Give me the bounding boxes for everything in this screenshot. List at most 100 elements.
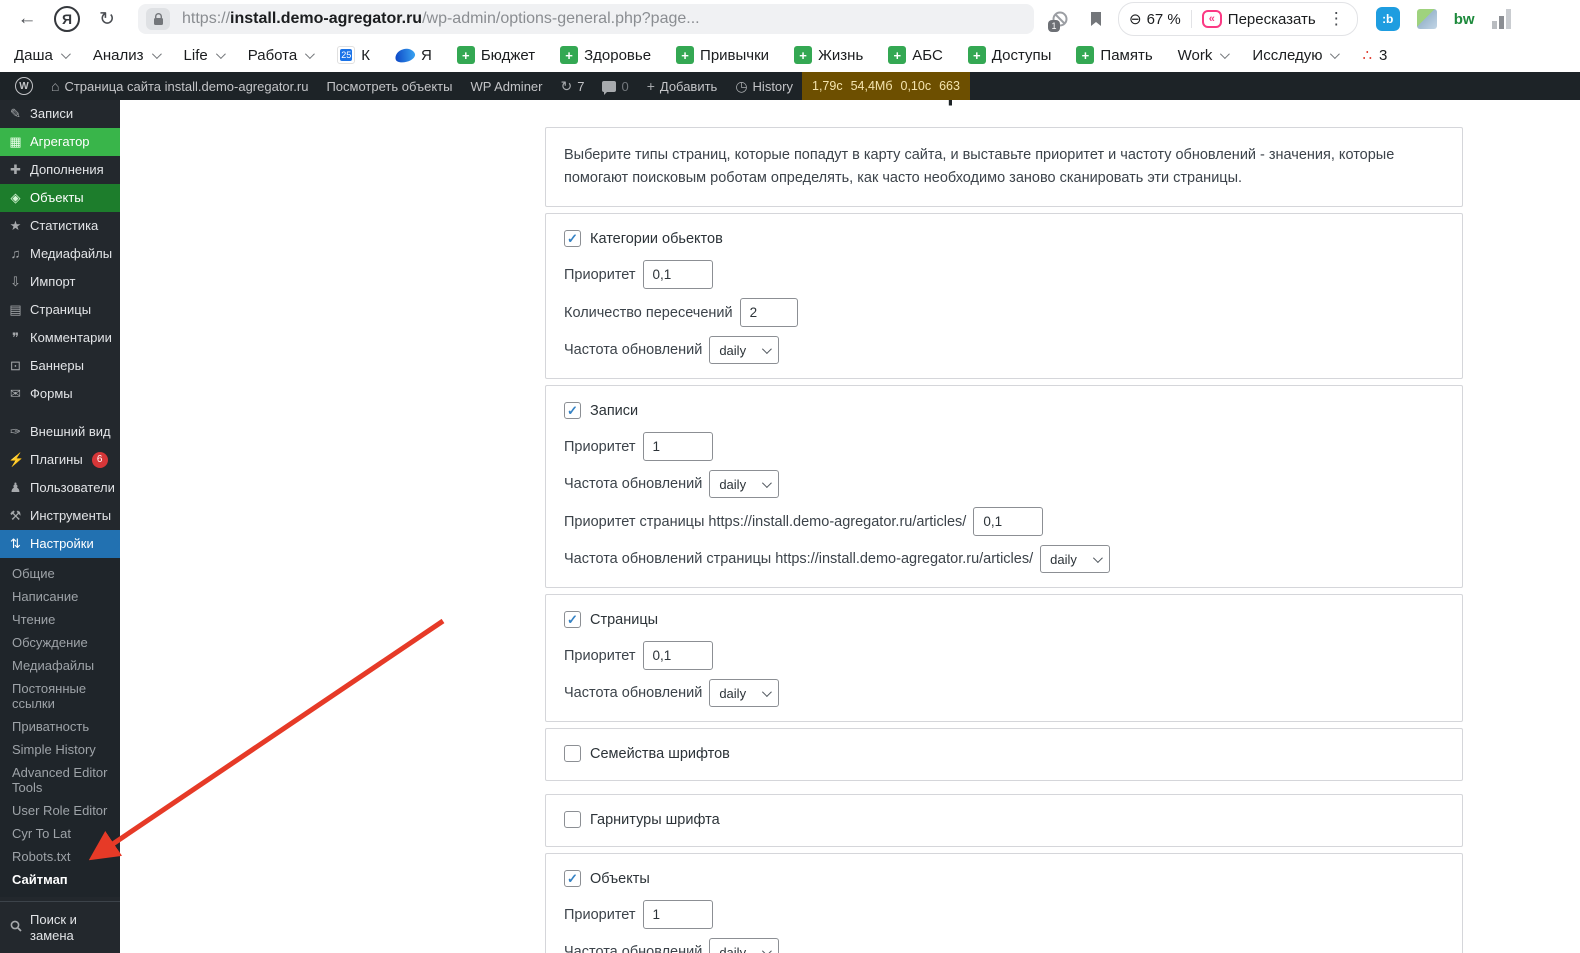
page-priority-input[interactable]	[973, 507, 1044, 536]
address-bar[interactable]: https://install.demo-agregator.ru/wp-adm…	[138, 4, 1034, 34]
refresh-icon[interactable]: ↻	[90, 4, 124, 34]
history-link[interactable]: ◷ History	[726, 72, 802, 100]
extension-b-icon[interactable]: :b	[1375, 7, 1400, 31]
sidebar-item-polzovateli[interactable]: ♟ Пользователи	[0, 474, 120, 502]
frequency-select[interactable]: daily	[709, 679, 780, 707]
sidebar-item-bannery[interactable]: ⊡ Баннеры	[0, 352, 120, 380]
plus-icon: +	[646, 78, 655, 94]
sidebar-item-import[interactable]: ⇩ Импорт	[0, 268, 120, 296]
submenu-item-obsuzhdenie[interactable]: Обсуждение	[0, 631, 120, 654]
frequency-select[interactable]: daily	[709, 938, 780, 953]
extension-chart-icon[interactable]	[1491, 9, 1511, 29]
checkbox[interactable]	[564, 870, 581, 887]
sidebar-item-agregator[interactable]: ▦ Агрегатор	[0, 128, 120, 156]
more-menu-icon[interactable]: ⋮	[1326, 9, 1347, 29]
bookmark-folder-dasha[interactable]: Даша	[14, 47, 71, 64]
submenu-item-postoyannye-ssylki[interactable]: Постоянные ссылки	[0, 677, 120, 715]
bookmark-folder-analiz[interactable]: Анализ	[93, 47, 162, 64]
sidebar-item-vneshniy-vid[interactable]: ✑ Внешний вид	[0, 418, 120, 446]
bookmark-abs[interactable]: + АБС	[888, 46, 943, 64]
site-name-link[interactable]: ⌂ Страница сайта install.demo-agregator.r…	[42, 72, 317, 100]
submenu-item-chtenie[interactable]: Чтение	[0, 608, 120, 631]
submenu-item-user-role-editor[interactable]: User Role Editor	[0, 799, 120, 822]
wp-logo[interactable]: W	[6, 72, 42, 100]
submenu-item-saytmap[interactable]: Сайтмап	[0, 868, 120, 891]
extension-builtwith-icon[interactable]: bw	[1454, 11, 1475, 28]
zoom-control[interactable]: ⊖ 67 %	[1129, 10, 1181, 29]
sidebar-item-instrumenty[interactable]: ⚒ Инструменты	[0, 502, 120, 530]
checkbox[interactable]	[564, 745, 581, 762]
checkbox[interactable]	[564, 811, 581, 828]
bookmark-folder-work[interactable]: Work	[1178, 47, 1231, 64]
sidebar-item-stranicy[interactable]: ▤ Страницы	[0, 296, 120, 324]
wp-admin-bar: W ⌂ Страница сайта install.demo-agregator…	[0, 72, 1580, 100]
submenu-item-obschie[interactable]: Общие	[0, 562, 120, 585]
bookmark-life-sheet[interactable]: + Жизнь	[794, 46, 863, 64]
sidebar-item-statistika[interactable]: ★ Статистика	[0, 212, 120, 240]
bookmark-budget[interactable]: + Бюджет	[456, 46, 535, 64]
sheets-icon: +	[456, 46, 475, 64]
bookmark-folder-life[interactable]: Life	[184, 47, 226, 64]
sidebar-item-mediafaily[interactable]: ♫ Медиафайлы	[0, 240, 120, 268]
brush-icon: ✑	[10, 424, 21, 439]
bookmark-folder-issleduyu[interactable]: Исследую	[1252, 47, 1341, 64]
media-icon: ♫	[10, 246, 21, 261]
priority-input[interactable]	[642, 260, 713, 289]
submenu-item-advanced-editor-tools[interactable]: Advanced Editor Tools	[0, 761, 120, 799]
field-label: Частота обновлений	[564, 685, 703, 701]
back-icon[interactable]: ←	[10, 4, 44, 34]
add-new-link[interactable]: + Добавить	[638, 72, 727, 100]
bookmark-health[interactable]: + Здоровье	[560, 46, 651, 64]
sidebar-item-zapisi[interactable]: ✎ Записи	[0, 100, 120, 128]
bookmark-folder-rabota[interactable]: Работа	[248, 47, 316, 64]
intersections-input[interactable]	[739, 298, 798, 327]
bookmark-calendar[interactable]: 25 К	[337, 46, 370, 64]
bookmark-habits[interactable]: + Привычки	[676, 46, 769, 64]
submenu-item-cyr-to-lat[interactable]: Cyr To Lat	[0, 822, 120, 845]
sidebar-item-nastroyki[interactable]: ⇅ Настройки	[0, 530, 120, 558]
submenu-item-privatnost[interactable]: Приватность	[0, 715, 120, 738]
performance-badge[interactable]: 1,79с 54,4Мб 0,10с 663	[802, 72, 970, 100]
sidebar-item-dopolneniya[interactable]: ✚ Дополнения	[0, 156, 120, 184]
submenu-item-napisanie[interactable]: Написание	[0, 585, 120, 608]
sidebar-item-obekty[interactable]: ◈ Объекты	[0, 184, 120, 212]
protect-icon[interactable]: 1	[1046, 5, 1074, 33]
sheets-icon: +	[967, 46, 986, 64]
sidebar-item-formy[interactable]: ✉ Формы	[0, 380, 120, 408]
sidebar-item-poisk-i-zamena[interactable]: Поиск и замена	[0, 906, 120, 950]
section-title: Категории обьектов	[590, 230, 723, 247]
bookmark-memory[interactable]: + Память	[1076, 46, 1153, 64]
retell-button[interactable]: « Пересказать	[1201, 10, 1316, 28]
yandex-browser-icon[interactable]: Я	[54, 6, 80, 32]
browser-toolbar: ← Я ↻ https://install.demo-agregator.ru/…	[0, 0, 1580, 38]
priority-input[interactable]	[642, 900, 713, 929]
comment-icon: ❞	[12, 330, 19, 345]
chevron-down-icon	[762, 945, 772, 953]
extension-cube-icon[interactable]	[1416, 9, 1437, 29]
priority-input[interactable]	[642, 432, 713, 461]
sheets-icon: +	[676, 46, 695, 64]
view-objects-link[interactable]: Посмотреть объекты	[317, 72, 461, 100]
sidebar-item-plaginy[interactable]: ⚡ Плагины 6	[0, 446, 120, 474]
wp-adminer-link[interactable]: WP Adminer	[461, 72, 551, 100]
chevron-down-icon	[1220, 48, 1231, 59]
bookmark-icon[interactable]	[1082, 5, 1110, 33]
submenu-item-robots-txt[interactable]: Robots.txt	[0, 845, 120, 868]
sidebar-item-kommentarii[interactable]: ❞ Комментарии	[0, 324, 120, 352]
submenu-item-mediafaily[interactable]: Медиафайлы	[0, 654, 120, 677]
bookmark-dots-3[interactable]: ∴ 3	[1362, 46, 1387, 65]
comments-link[interactable]: 0	[593, 72, 637, 100]
envelope-icon: ✉	[10, 386, 21, 401]
submenu-item-simple-history[interactable]: Simple History	[0, 738, 120, 761]
chevron-down-icon	[305, 48, 316, 59]
priority-input[interactable]	[642, 641, 713, 670]
checkbox[interactable]	[564, 230, 581, 247]
frequency-select[interactable]: daily	[709, 470, 780, 498]
frequency-select[interactable]: daily	[709, 336, 780, 364]
checkbox[interactable]	[564, 402, 581, 419]
bookmark-yandex[interactable]: Я	[393, 46, 432, 64]
bookmark-access[interactable]: + Доступы	[967, 46, 1051, 64]
page-frequency-select[interactable]: daily	[1040, 545, 1110, 573]
updates-link[interactable]: ↻ 7	[551, 72, 593, 100]
checkbox[interactable]	[564, 611, 581, 628]
